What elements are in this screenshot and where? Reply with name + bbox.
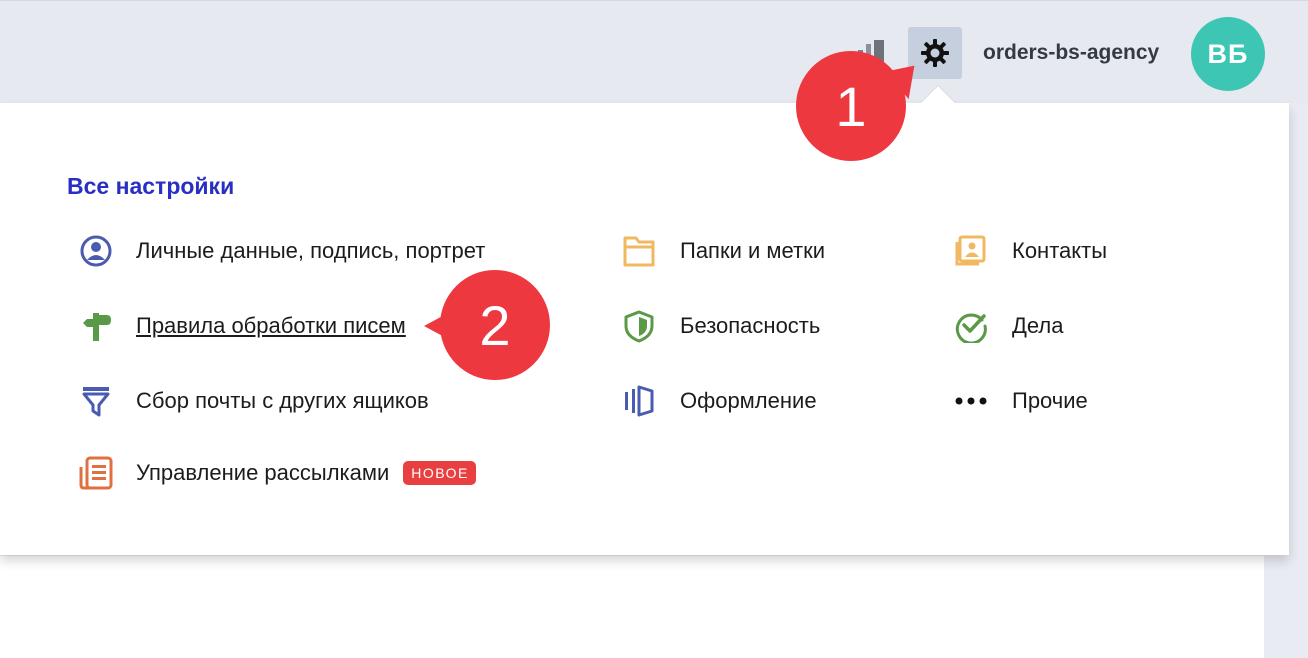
settings-item-folders[interactable]: Папки и метки: [619, 231, 825, 271]
settings-item-security[interactable]: Безопасность: [619, 306, 820, 346]
theme-icon: [619, 381, 659, 421]
newsletter-icon: [76, 453, 116, 493]
content-area: [0, 556, 1264, 658]
settings-item-label: Сбор почты с других ящиков: [136, 388, 429, 413]
signpost-icon: [76, 306, 116, 346]
settings-item-label: Папки и метки: [680, 238, 826, 263]
settings-title[interactable]: Все настройки: [67, 173, 234, 200]
settings-item-label: Оформление: [680, 388, 817, 413]
funnel-icon: [76, 381, 116, 421]
username[interactable]: orders-bs-agency: [983, 41, 1159, 65]
settings-item-label: Контакты: [1012, 238, 1108, 263]
popup-caret: [920, 86, 956, 104]
settings-item-label: Управление рассылками: [136, 460, 390, 485]
check-circle-icon: [951, 306, 991, 346]
annotation-marker-2: 2: [424, 270, 550, 380]
shield-icon: [619, 306, 659, 346]
settings-item-label: Дела: [1012, 313, 1064, 338]
settings-item-todo[interactable]: Дела: [951, 306, 1063, 346]
settings-item-rules[interactable]: Правила обработки писем: [76, 306, 406, 346]
settings-item-label: Безопасность: [680, 313, 821, 338]
settings-item-theme[interactable]: Оформление: [619, 381, 817, 421]
settings-item-label: Прочие: [1012, 388, 1088, 413]
contacts-icon: [951, 231, 991, 271]
annotation-marker-1: 1: [796, 51, 906, 161]
settings-item-other[interactable]: Прочие: [951, 381, 1088, 421]
more-dots-icon: [951, 381, 991, 421]
settings-item-newsletters[interactable]: Управление рассылками НОВОЕ: [76, 453, 476, 493]
new-badge: НОВОЕ: [403, 461, 476, 485]
settings-item-label: Личные данные, подпись, портрет: [136, 238, 486, 263]
settings-item-personal[interactable]: Личные данные, подпись, портрет: [76, 231, 485, 271]
avatar[interactable]: ВБ: [1191, 17, 1265, 91]
gear-icon: [921, 39, 949, 67]
settings-item-label: Правила обработки писем: [136, 313, 406, 338]
settings-item-collector[interactable]: Сбор почты с других ящиков: [76, 381, 429, 421]
settings-item-contacts[interactable]: Контакты: [951, 231, 1107, 271]
person-circle-icon: [76, 231, 116, 271]
folder-icon: [619, 231, 659, 271]
